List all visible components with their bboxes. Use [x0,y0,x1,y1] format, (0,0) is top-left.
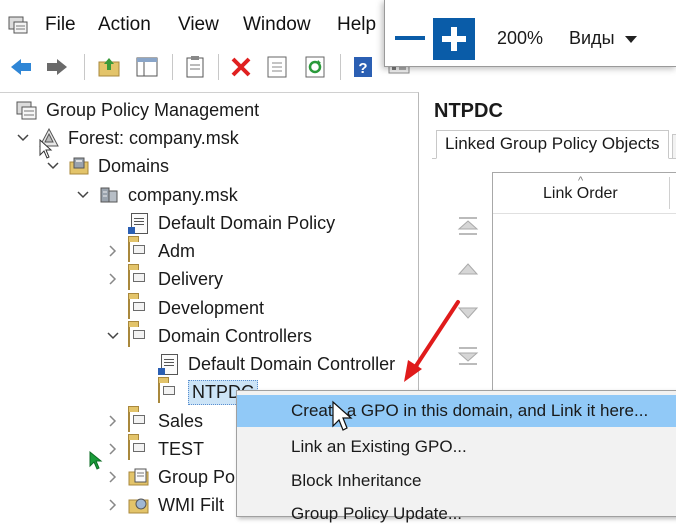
tree-item-domain[interactable]: company.msk [76,182,238,208]
menu-item-link-existing-gpo[interactable]: Link an Existing GPO... [237,431,676,463]
forest-icon [38,127,60,148]
domains-icon [68,156,90,176]
chevron-down-icon[interactable] [16,131,30,145]
tree-item-label: Domains [98,155,170,176]
forward-icon[interactable] [44,54,70,80]
chevron-right-icon[interactable] [106,272,120,286]
refresh-icon[interactable] [302,54,328,80]
tree-root[interactable]: Group Policy Management [16,97,259,123]
delete-icon[interactable] [228,54,254,80]
tree-item-label: Forest: company.msk [68,127,239,148]
wmi-folder-icon [128,495,150,515]
tree-item-delivery[interactable]: Delivery [106,266,223,292]
clipboard-icon[interactable] [182,54,208,80]
tree-item-label: Development [158,297,265,318]
chevron-down-icon[interactable] [106,329,120,343]
page-title: NTPDC [434,100,503,122]
tab-strip: Linked Group Policy Objects [432,130,676,159]
tree-item-forest[interactable]: Forest: company.msk [16,125,239,151]
ou-folder-icon [158,381,180,403]
move-bottom-icon[interactable] [456,344,480,368]
properties-icon[interactable] [264,54,290,80]
context-menu: Create a GPO in this domain, and Link it… [236,390,676,523]
up-folder-icon[interactable] [96,54,122,80]
views-dropdown[interactable]: Виды [569,28,615,49]
zoom-level: 200% [497,28,544,48]
tree-item-default-domain-policy[interactable]: Default Domain Policy [106,210,335,236]
ou-folder-icon [128,325,150,347]
menu-action[interactable]: Action [98,14,151,36]
tree-root-label: Group Policy Management [46,99,260,120]
tree-item-label: Adm [158,240,196,261]
tree-item-label: TEST [158,438,205,459]
ou-folder-icon [128,297,150,319]
menu-view[interactable]: View [178,14,219,36]
ou-folder-icon [128,268,150,290]
tree-item-group-policy-objects[interactable]: Group Po [106,464,235,490]
tree-item-label: Default Domain Controller [188,353,396,374]
ou-folder-icon [128,240,150,262]
tree-item-label: WMI Filt [158,494,224,515]
chevron-right-icon[interactable] [106,244,120,258]
menu-window[interactable]: Window [243,14,311,36]
ou-folder-icon [128,438,150,460]
tree-item-label: Domain Controllers [158,325,313,346]
svg-text:?: ? [358,60,367,77]
tab-next[interactable] [672,134,676,159]
menu-item-block-inheritance[interactable]: Block Inheritance [237,465,676,497]
tree-item-development[interactable]: Development [106,295,264,321]
help-icon[interactable]: ? [350,54,376,80]
menu-help[interactable]: Help [337,14,376,36]
column-header-row: ^ Link Order [493,173,676,214]
tree-item-default-domain-controller[interactable]: Default Domain Controller [136,351,395,377]
gpmc-icon [16,100,38,120]
chevron-right-icon[interactable] [106,442,120,456]
zoom-in-icon[interactable] [433,18,475,60]
menu-item-create-gpo-and-link[interactable]: Create a GPO in this domain, and Link it… [237,395,676,427]
chevron-right-icon[interactable] [106,414,120,428]
gpo-folder-icon [128,467,150,487]
chevron-right-icon[interactable] [106,470,120,484]
domain-icon [98,185,120,205]
move-top-icon[interactable] [456,214,480,238]
chevron-down-icon[interactable] [625,36,637,43]
tree-item-label: Default Domain Policy [158,212,336,233]
show-hide-tree-icon[interactable] [134,54,160,80]
menu-item-group-policy-update[interactable]: Group Policy Update... [237,498,676,530]
tree-item-domains[interactable]: Domains [46,153,169,179]
zoom-panel: 200% Виды [384,0,676,67]
ou-folder-icon [128,410,150,432]
menu-file[interactable]: File [45,14,76,36]
tree-item-wmi-filters[interactable]: WMI Filt [106,492,224,518]
gpo-link-icon [128,213,150,234]
tree-item-label: Group Po [158,466,236,487]
tree-item-label: company.msk [128,184,238,205]
tree-item-test[interactable]: TEST [106,436,204,462]
move-up-icon[interactable] [456,258,480,282]
app-icon [8,16,28,34]
column-link-order[interactable]: Link Order [543,185,618,203]
chevron-right-icon[interactable] [106,498,120,512]
chevron-down-icon[interactable] [76,188,90,202]
move-down-icon[interactable] [456,300,480,324]
gpo-link-icon [158,354,180,375]
tree-item-label: Delivery [158,268,224,289]
chevron-down-icon[interactable] [46,159,60,173]
tree-item-adm[interactable]: Adm [106,238,195,264]
tree-item-sales[interactable]: Sales [106,408,203,434]
column-divider[interactable] [669,177,670,209]
tree-item-label: Sales [158,410,204,431]
back-icon[interactable] [8,54,34,80]
tree-item-domain-controllers[interactable]: Domain Controllers [106,323,312,349]
tab-linked-gpos[interactable]: Linked Group Policy Objects [436,130,669,159]
zoom-out-icon[interactable] [395,36,425,40]
